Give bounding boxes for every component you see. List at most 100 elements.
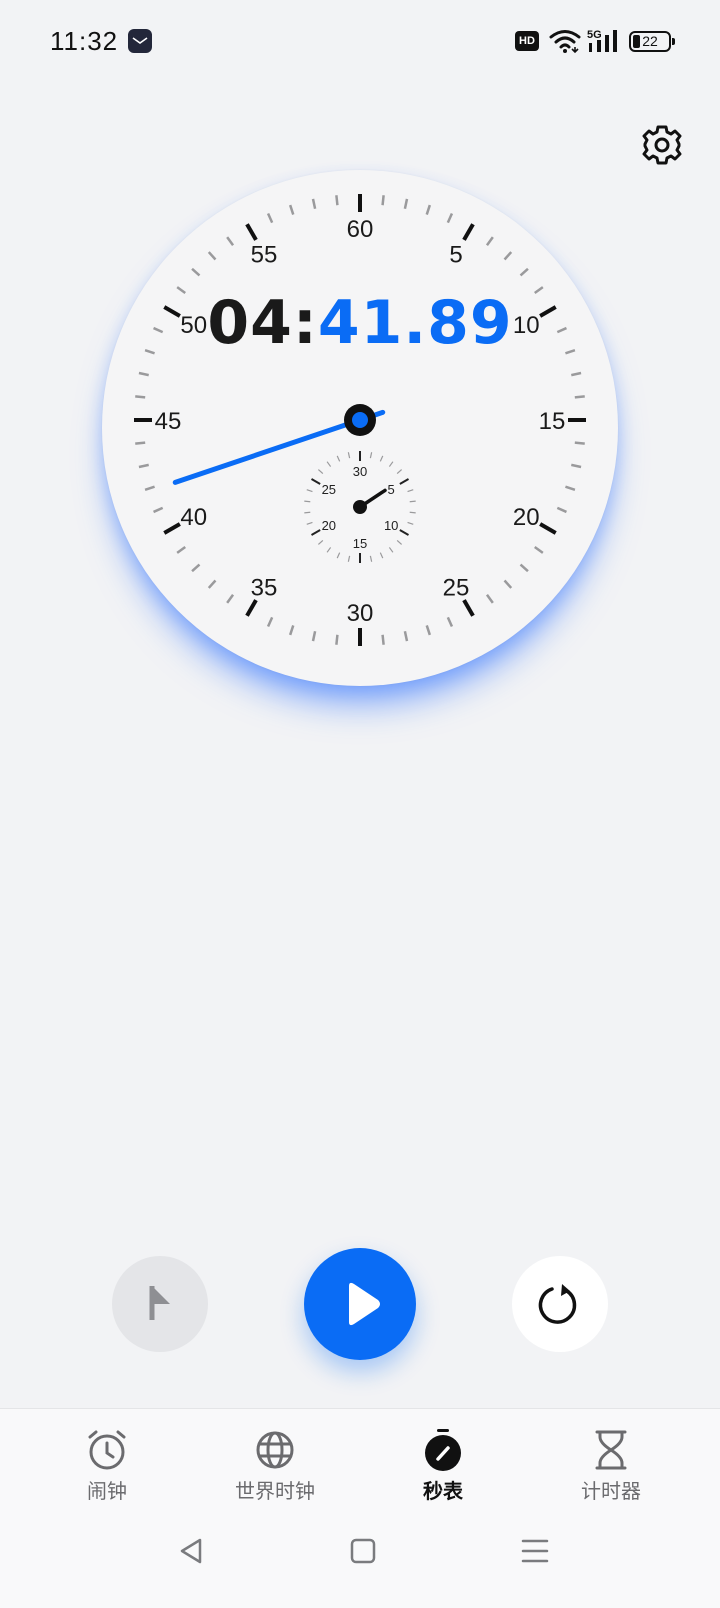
stopwatch-controls xyxy=(0,1240,720,1370)
dial-minor-tick xyxy=(556,506,567,514)
dial-minor-tick xyxy=(207,251,217,261)
dial-minor-tick xyxy=(519,267,529,277)
dial-minor-tick xyxy=(288,625,295,636)
dial-major-tick xyxy=(462,223,475,241)
subdial-minor-tick xyxy=(409,500,416,503)
subdial-major-tick xyxy=(399,529,409,536)
dial-minor-tick xyxy=(153,506,164,514)
play-icon xyxy=(349,1282,380,1326)
subdial-minor-tick xyxy=(379,552,384,559)
stopwatch-icon xyxy=(425,1429,461,1471)
dial-minor-tick xyxy=(135,395,146,399)
dial-minor-tick xyxy=(176,545,186,554)
tab-alarm[interactable]: 闹钟 xyxy=(32,1429,182,1513)
dial-minor-tick xyxy=(503,251,513,261)
dial-minor-tick xyxy=(571,463,582,469)
system-navigation-bar xyxy=(0,1528,720,1608)
subdial-minor-tick xyxy=(409,511,416,514)
battery-percent: 22 xyxy=(642,33,658,49)
subdial-number-label: 30 xyxy=(353,464,367,479)
lap-button[interactable] xyxy=(112,1256,208,1352)
subdial-minor-tick xyxy=(347,555,351,562)
dial-number-label: 25 xyxy=(443,574,470,601)
subdial-minor-tick xyxy=(347,452,351,459)
dial-number-label: 30 xyxy=(347,600,374,627)
dial-major-tick xyxy=(539,522,557,535)
dial-number-label: 15 xyxy=(539,408,566,435)
dial-number-label: 60 xyxy=(347,216,374,243)
dial-major-tick xyxy=(245,599,258,617)
settings-button[interactable] xyxy=(640,123,684,167)
menu-lines-icon xyxy=(521,1539,549,1563)
subdial-number-label: 25 xyxy=(322,482,336,497)
subdial-minor-tick xyxy=(336,455,341,462)
subdial-minor-tick xyxy=(407,489,414,493)
dial-minor-tick xyxy=(446,616,454,627)
cellular-signal-icon: 5G xyxy=(587,29,617,52)
subdial-minor-tick xyxy=(317,469,324,474)
time-separator: : xyxy=(292,288,318,358)
dial-minor-tick xyxy=(381,195,385,206)
nav-back-button[interactable] xyxy=(163,1536,219,1586)
subdial-minor-tick xyxy=(388,461,394,467)
elapsed-seconds: 41.89 xyxy=(317,288,513,358)
nav-recents-button[interactable] xyxy=(507,1536,563,1586)
subdial-minor-tick xyxy=(306,521,313,525)
dial-major-tick xyxy=(245,223,258,241)
dial-minor-tick xyxy=(446,213,454,224)
dial-minor-tick xyxy=(381,634,385,645)
dial-minor-tick xyxy=(425,204,432,215)
dial-minor-tick xyxy=(191,267,201,277)
dial-minor-tick xyxy=(138,463,149,469)
dial-minor-tick xyxy=(335,195,339,206)
nav-home-button[interactable] xyxy=(335,1536,391,1586)
dial-minor-tick xyxy=(311,631,317,642)
subdial-major-tick xyxy=(311,478,321,485)
elapsed-time-display: 04:41.89 xyxy=(102,288,618,358)
tab-stopwatch[interactable]: 秒表 xyxy=(368,1429,518,1513)
dial-minor-tick xyxy=(144,485,155,492)
dial-number-label: 20 xyxy=(513,504,540,531)
subdial-major-tick xyxy=(399,478,409,485)
gear-icon xyxy=(642,125,682,165)
hourglass-icon xyxy=(595,1430,627,1470)
dial-minor-tick xyxy=(534,545,544,554)
subdial-hub xyxy=(353,500,367,514)
dial-minor-tick xyxy=(571,371,582,377)
subdial-minor-tick xyxy=(407,521,414,525)
subdial-minor-tick xyxy=(304,511,311,514)
dial-minor-tick xyxy=(288,204,295,215)
reset-button[interactable] xyxy=(512,1256,608,1352)
hd-badge: HD xyxy=(515,31,539,51)
subdial-minor-tick xyxy=(388,547,394,553)
tab-world-clock[interactable]: 世界时钟 xyxy=(200,1429,350,1513)
subdial-minor-tick xyxy=(396,469,403,474)
dial-graphics: 6051015202530354045505530510152025 xyxy=(134,194,586,646)
dial-minor-tick xyxy=(485,594,494,604)
subdial-number-label: 10 xyxy=(384,518,398,533)
home-square-icon xyxy=(350,1538,376,1564)
dial-minor-tick xyxy=(519,563,529,573)
subdial-minor-tick xyxy=(326,547,332,553)
dial-number-label: 40 xyxy=(180,504,207,531)
dial-minor-tick xyxy=(485,236,494,246)
subdial-minor-tick xyxy=(326,461,332,467)
subdial-number-label: 15 xyxy=(353,536,367,551)
dial-minor-tick xyxy=(425,625,432,636)
dial-minor-tick xyxy=(207,579,217,589)
back-triangle-icon xyxy=(180,1538,202,1564)
dial-minor-tick xyxy=(403,631,409,642)
dial-major-tick xyxy=(462,599,475,617)
tab-timer[interactable]: 计时器 xyxy=(536,1429,686,1513)
dial-minor-tick xyxy=(138,371,149,377)
start-button[interactable] xyxy=(304,1248,416,1360)
subdial-number-label: 20 xyxy=(322,518,336,533)
subdial-number-label: 5 xyxy=(388,482,395,497)
dial-minor-tick xyxy=(574,395,585,399)
subdial-minor-tick xyxy=(369,452,373,459)
subdial-minor-tick xyxy=(336,552,341,559)
dial-minor-tick xyxy=(503,579,513,589)
reset-icon xyxy=(538,1284,577,1324)
subdial-minor-tick xyxy=(317,540,324,545)
subdial-minor-tick xyxy=(379,455,384,462)
